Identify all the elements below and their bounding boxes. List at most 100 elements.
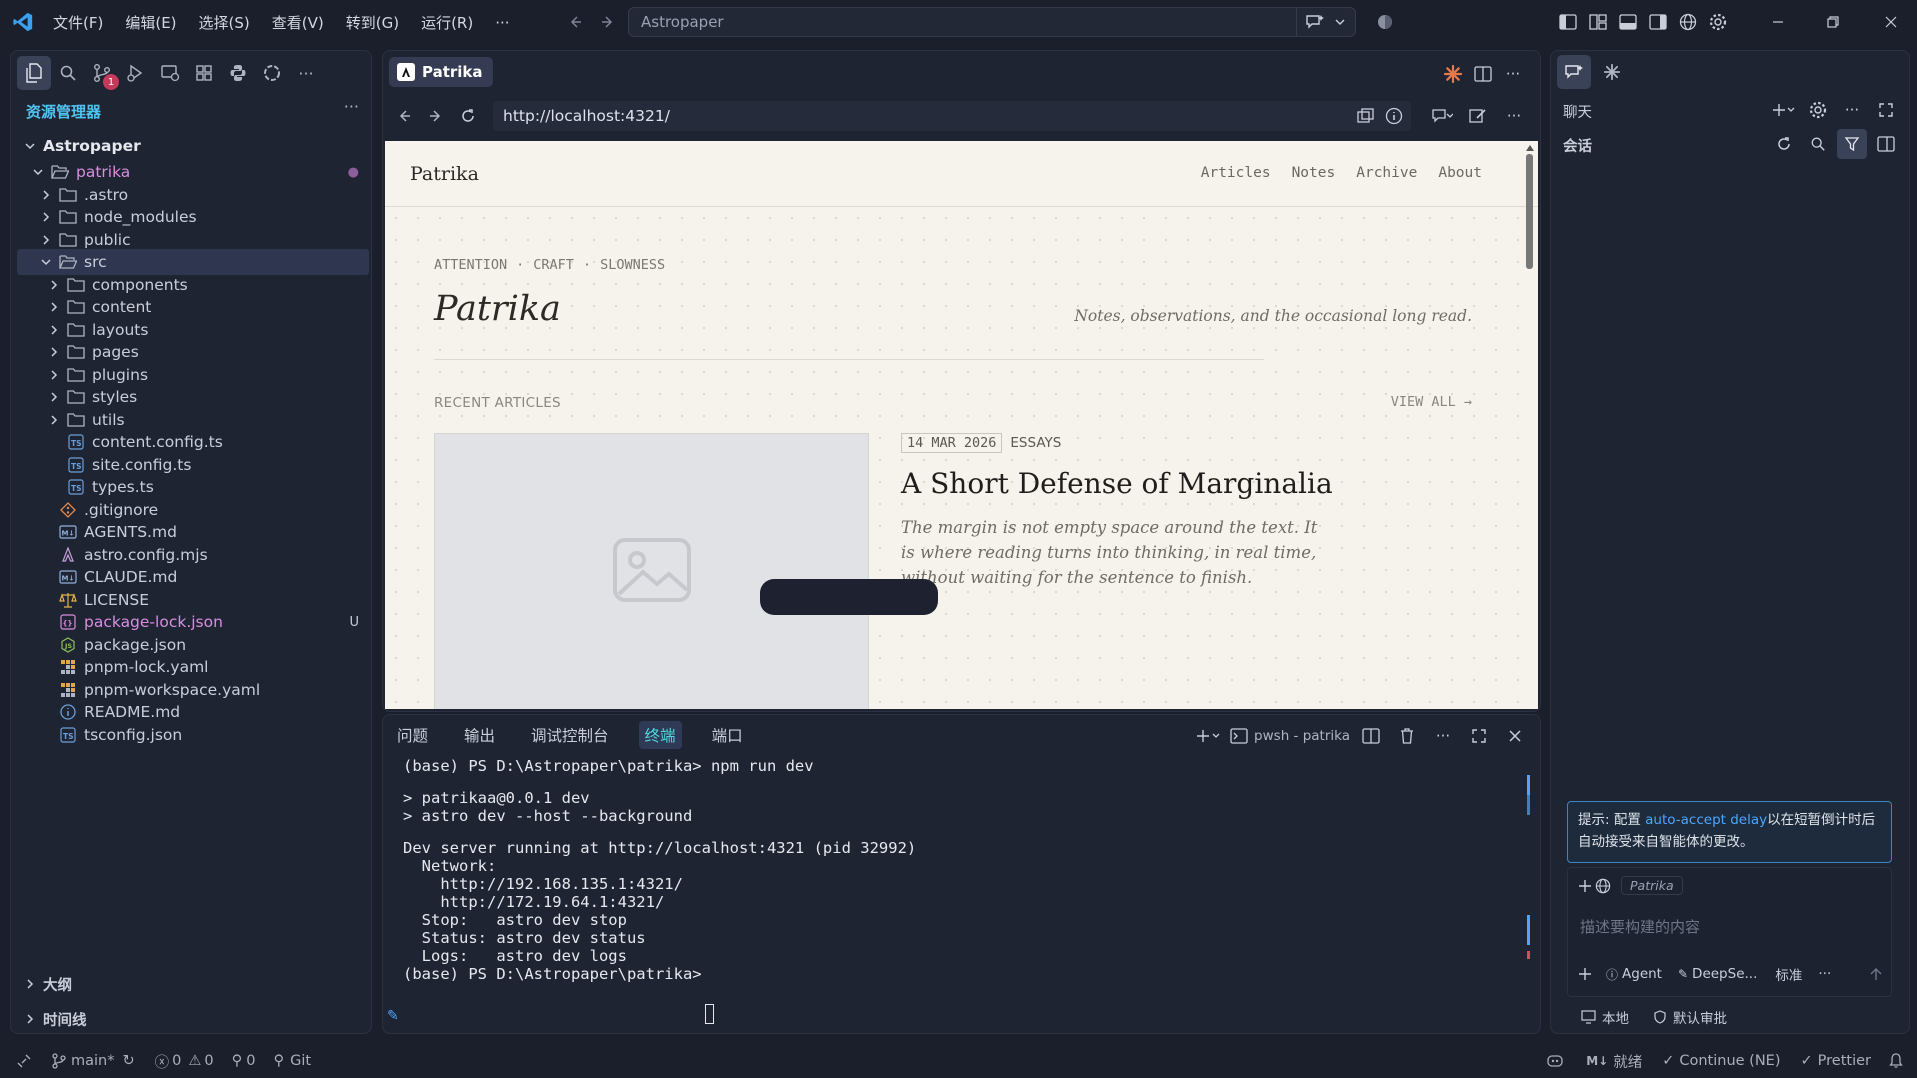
outline-section[interactable]: 大纲 bbox=[11, 971, 373, 997]
site-nav-articles[interactable]: Articles bbox=[1201, 165, 1271, 181]
menu-item[interactable]: 运行(R) bbox=[421, 12, 473, 33]
chat-icon[interactable] bbox=[1557, 55, 1591, 89]
globe-icon[interactable] bbox=[1673, 7, 1703, 37]
chat-input-placeholder[interactable]: 描述要构建的内容 bbox=[1580, 916, 1700, 937]
remote-explorer-icon[interactable] bbox=[153, 56, 187, 90]
menu-item[interactable]: 查看(V) bbox=[272, 12, 324, 33]
sync-icon[interactable]: ↻ bbox=[122, 1053, 134, 1069]
browser-more-icon[interactable]: ··· bbox=[1499, 101, 1529, 131]
claude-code-icon[interactable] bbox=[1595, 55, 1629, 89]
chat-settings-icon[interactable] bbox=[1803, 95, 1833, 125]
site-logo[interactable]: Patrika bbox=[410, 163, 479, 185]
menu-item[interactable]: ··· bbox=[495, 14, 509, 32]
sessions-layout-icon[interactable] bbox=[1871, 129, 1901, 159]
astro-dev-toolbar[interactable] bbox=[760, 579, 938, 615]
info-icon[interactable] bbox=[1385, 107, 1403, 125]
browser-reload-icon[interactable] bbox=[453, 101, 483, 131]
ports-indicator[interactable]: ⚲ 0 bbox=[232, 1053, 256, 1069]
menu-item[interactable]: 转到(G) bbox=[346, 12, 399, 33]
remote-indicator-icon[interactable] bbox=[16, 1053, 32, 1069]
kill-terminal-icon[interactable] bbox=[1392, 721, 1422, 751]
run-debug-icon[interactable] bbox=[119, 56, 153, 90]
menu-item[interactable]: 文件(F) bbox=[53, 12, 103, 33]
context-chip[interactable]: Patrika bbox=[1621, 876, 1683, 895]
terminal-selector[interactable]: pwsh - patrika bbox=[1230, 728, 1350, 744]
tab-patrika[interactable]: Patrika bbox=[389, 57, 493, 87]
extensions-icon[interactable] bbox=[187, 56, 221, 90]
minimize-icon[interactable] bbox=[1763, 7, 1793, 37]
settings-gear-icon[interactable] bbox=[1703, 7, 1733, 37]
browser-back-icon[interactable] bbox=[389, 101, 419, 131]
new-terminal-icon[interactable] bbox=[1194, 721, 1224, 751]
toggle-secondary-sidebar-icon[interactable] bbox=[1643, 7, 1673, 37]
web-context-icon[interactable] bbox=[1595, 878, 1611, 894]
toggle-panel-icon[interactable] bbox=[1613, 7, 1643, 37]
url-input[interactable]: http://localhost:4321/ bbox=[493, 101, 1411, 131]
attach-icon[interactable] bbox=[1578, 967, 1592, 981]
kicker-tag[interactable]: CRAFT bbox=[533, 257, 574, 273]
notifications-bell-icon[interactable] bbox=[1889, 1053, 1903, 1069]
menu-item[interactable]: 选择(S) bbox=[199, 12, 250, 33]
forward-arrow-icon[interactable] bbox=[593, 7, 623, 37]
explorer-files-icon[interactable] bbox=[17, 56, 51, 90]
panel-more-icon[interactable]: ··· bbox=[1428, 721, 1458, 751]
send-to-chat-icon[interactable] bbox=[1427, 101, 1457, 131]
continue-status[interactable]: ✓ Continue (NE) bbox=[1662, 1053, 1780, 1069]
open-external-icon[interactable] bbox=[1357, 108, 1375, 124]
editor-more-icon[interactable]: ··· bbox=[1498, 59, 1528, 89]
copilot-status-icon[interactable] bbox=[1546, 1053, 1564, 1069]
explorer-more-icon[interactable]: ··· bbox=[344, 97, 359, 116]
close-panel-icon[interactable] bbox=[1500, 721, 1530, 751]
kicker-tag[interactable]: SLOWNESS bbox=[600, 257, 665, 273]
panel-tab[interactable]: 问题 bbox=[391, 721, 434, 749]
kicker-tag[interactable]: ATTENTION bbox=[434, 257, 507, 273]
site-nav-about[interactable]: About bbox=[1438, 165, 1482, 181]
level-picker[interactable]: 标准 bbox=[1775, 964, 1802, 984]
filter-icon[interactable] bbox=[1837, 129, 1867, 159]
article-category[interactable]: ESSAYS bbox=[1010, 435, 1061, 451]
git-indicator[interactable]: ⚲ Git bbox=[273, 1053, 311, 1069]
maximize-panel-icon[interactable] bbox=[1464, 721, 1494, 751]
python-icon[interactable] bbox=[221, 56, 255, 90]
tree-file-tsconfig-json[interactable]: TS tsconfig.json bbox=[11, 722, 373, 748]
terminal-output[interactable]: (base) PS D:\Astropaper\patrika> npm run… bbox=[403, 757, 1503, 983]
problems-indicator[interactable]: ⓧ 0 ⚠ 0 bbox=[155, 1051, 214, 1072]
site-nav-notes[interactable]: Notes bbox=[1292, 165, 1336, 181]
markdown-status[interactable]: M↓ 就绪 bbox=[1586, 1051, 1642, 1072]
approval-toggle[interactable]: 默认审批 bbox=[1653, 1007, 1727, 1027]
command-center[interactable]: Astropaper bbox=[628, 7, 1356, 37]
panel-tab[interactable]: 调试控制台 bbox=[525, 721, 615, 749]
send-arrow-icon[interactable] bbox=[1869, 967, 1883, 981]
panel-tab[interactable]: 终端 bbox=[638, 721, 682, 749]
copilot-icon[interactable] bbox=[1370, 7, 1400, 37]
branch-indicator[interactable]: main* ↻ bbox=[52, 1053, 135, 1069]
refresh-sessions-icon[interactable] bbox=[1769, 129, 1799, 159]
split-editor-icon[interactable] bbox=[1468, 59, 1498, 89]
openai-icon[interactable] bbox=[255, 56, 289, 90]
search-sessions-icon[interactable] bbox=[1803, 129, 1833, 159]
chat-more-icon[interactable]: ··· bbox=[1837, 95, 1867, 125]
input-more-icon[interactable]: ··· bbox=[1818, 966, 1831, 982]
workspace-root[interactable]: Astropaper bbox=[11, 133, 373, 159]
toggle-primary-sidebar-icon[interactable] bbox=[1553, 7, 1583, 37]
view-all-link[interactable]: VIEW ALL → bbox=[1391, 394, 1472, 410]
mode-picker[interactable]: ⓘ Agent bbox=[1606, 966, 1662, 983]
chat-toggle-icon[interactable] bbox=[1296, 8, 1355, 36]
customize-layout-icon[interactable] bbox=[1583, 7, 1613, 37]
browser-forward-icon[interactable] bbox=[421, 101, 451, 131]
new-chat-icon[interactable] bbox=[1769, 95, 1799, 125]
source-control-icon[interactable]: 1 bbox=[85, 56, 119, 90]
claude-spark-icon[interactable] bbox=[1438, 59, 1468, 89]
article-image-placeholder[interactable] bbox=[434, 433, 869, 709]
edit-page-icon[interactable] bbox=[1463, 101, 1493, 131]
webview-scrollbar[interactable] bbox=[1525, 145, 1534, 595]
search-icon[interactable] bbox=[51, 56, 85, 90]
menu-item[interactable]: 编辑(E) bbox=[125, 12, 176, 33]
auto-accept-link[interactable]: auto-accept delay bbox=[1645, 812, 1767, 828]
restore-icon[interactable] bbox=[1818, 7, 1848, 37]
model-picker[interactable]: ✎ DeepSe... bbox=[1678, 966, 1757, 982]
close-window-icon[interactable] bbox=[1876, 7, 1906, 37]
prettier-status[interactable]: ✓ Prettier bbox=[1801, 1053, 1872, 1069]
site-nav-archive[interactable]: Archive bbox=[1356, 165, 1417, 181]
split-terminal-icon[interactable] bbox=[1356, 721, 1386, 751]
